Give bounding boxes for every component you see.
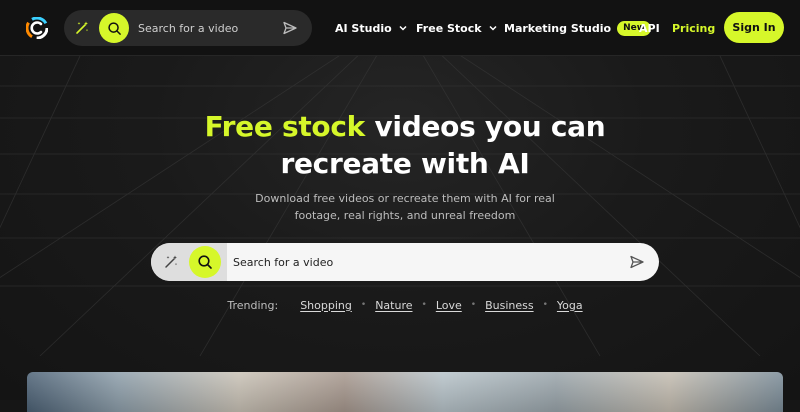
hero-title-highlight: Free stock xyxy=(204,110,366,143)
nav-marketing-studio-label: Marketing Studio xyxy=(504,21,612,35)
send-icon[interactable] xyxy=(629,254,645,270)
separator-dot: • xyxy=(360,300,367,310)
magic-wand-icon[interactable] xyxy=(74,20,90,36)
trending-link-love[interactable]: Love xyxy=(436,299,462,312)
sign-in-label: Sign In xyxy=(732,21,776,34)
nav-free-stock-label: Free Stock xyxy=(416,21,482,35)
hero-title-line1: videos you can xyxy=(365,110,606,143)
header-search-button[interactable] xyxy=(99,13,129,43)
trending-label: Trending: xyxy=(227,298,279,312)
trending-link-business[interactable]: Business xyxy=(485,299,534,312)
search-icon xyxy=(107,21,121,35)
hero-title-line2: recreate with AI xyxy=(280,147,530,180)
chevron-down-icon xyxy=(399,25,407,31)
nav-pricing-label: Pricing xyxy=(672,21,716,35)
nav-ai-studio-label: AI Studio xyxy=(335,21,392,35)
magic-wand-icon[interactable] xyxy=(163,254,179,270)
nav-pricing[interactable]: Pricing xyxy=(672,20,715,36)
sign-in-button[interactable]: Sign In xyxy=(724,12,784,43)
trending-link-nature[interactable]: Nature xyxy=(375,299,412,312)
separator-dot: • xyxy=(470,300,477,310)
video-preview-image[interactable] xyxy=(27,372,783,412)
send-icon[interactable] xyxy=(282,20,298,36)
trending-link-yoga[interactable]: Yoga xyxy=(557,299,583,312)
trending-bar: Trending: Shopping • Nature • Love • Bus… xyxy=(0,297,800,313)
separator-dot: • xyxy=(421,300,427,310)
main-search-button[interactable] xyxy=(189,246,221,278)
nav-api[interactable]: API xyxy=(639,20,660,36)
main-search-input[interactable] xyxy=(233,253,613,271)
hero-subtitle: Download free videos or recreate them wi… xyxy=(255,192,555,222)
nav-marketing-studio[interactable]: Marketing Studio New xyxy=(504,20,652,36)
header-search-input[interactable] xyxy=(138,19,278,37)
logo[interactable] xyxy=(26,17,48,39)
nav-ai-studio[interactable]: AI Studio xyxy=(335,20,407,36)
search-icon xyxy=(198,255,212,269)
hero-title: Free stock videos you can recreate with … xyxy=(0,108,800,182)
separator-dot: • xyxy=(542,300,548,310)
nav-api-label: API xyxy=(639,21,660,35)
trending-link-shopping[interactable]: Shopping xyxy=(300,299,352,312)
main-search-bar xyxy=(151,243,659,281)
chevron-down-icon xyxy=(489,25,497,31)
top-navigation-bar: AI Studio Free Stock Marketing Studio Ne… xyxy=(0,0,800,56)
header-search-bar xyxy=(64,10,312,46)
nav-free-stock[interactable]: Free Stock xyxy=(416,20,497,36)
